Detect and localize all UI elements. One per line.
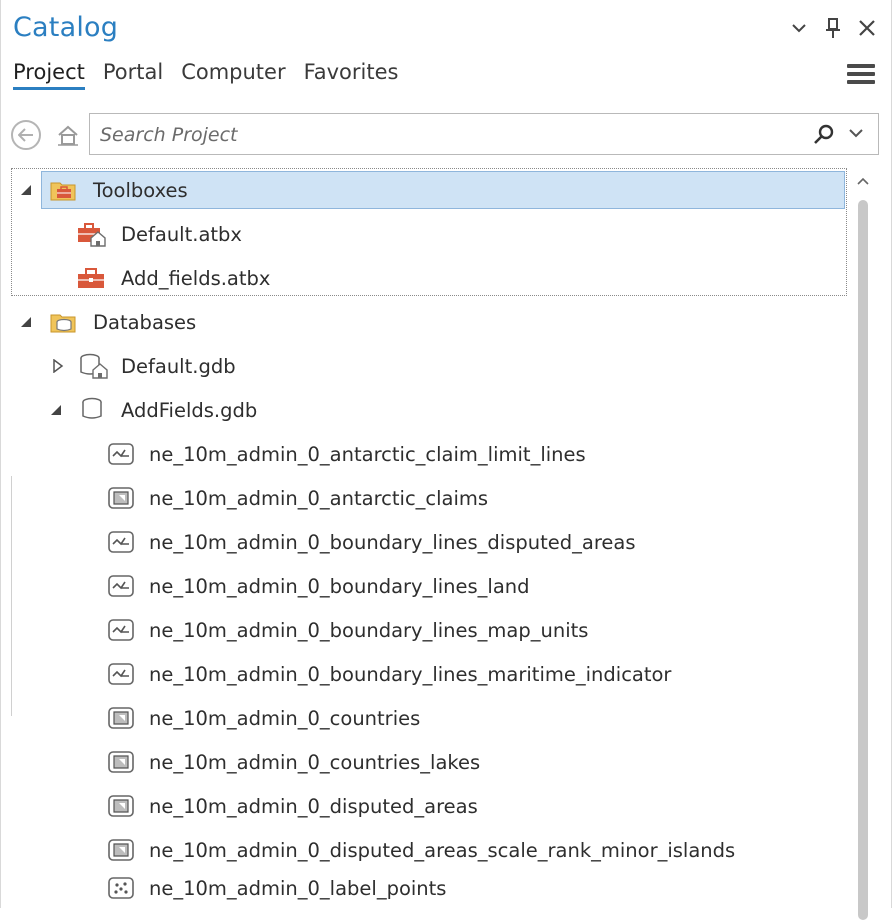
tree-item-label: ne_10m_admin_0_antarctic_claims (149, 487, 489, 510)
line-feature-class-icon (107, 528, 135, 556)
vertical-scrollbar[interactable] (853, 170, 873, 920)
tree-item-feature-class[interactable]: ne_10m_admin_0_antarctic_claim_limit_lin… (1, 434, 853, 474)
tree-item-label: ne_10m_admin_0_countries_lakes (149, 751, 481, 774)
tree-item-label: ne_10m_admin_0_countries (149, 707, 421, 730)
line-feature-class-icon (107, 440, 135, 468)
tree-item-feature-class[interactable]: ne_10m_admin_0_antarctic_claims (1, 478, 853, 518)
tree-item-default-gdb[interactable]: Default.gdb (1, 346, 853, 386)
tree-item-label: ne_10m_admin_0_disputed_areas (149, 795, 478, 818)
toolbox-icon (77, 264, 105, 292)
collapse-arrow-icon[interactable] (19, 315, 33, 329)
tab-computer[interactable]: Computer (181, 60, 285, 90)
catalog-tabs: Project Portal Computer Favorites (13, 60, 398, 90)
collapse-arrow-icon[interactable] (49, 403, 63, 417)
point-feature-class-icon (107, 874, 135, 902)
tree-item-label: Default.atbx (121, 223, 242, 246)
tree-item-label: ne_10m_admin_0_label_points (149, 877, 447, 900)
catalog-pane: Catalog Project Portal Computer Favorite… (0, 0, 892, 920)
expand-arrow-icon[interactable] (51, 359, 65, 373)
tree-item-label: Add_fields.atbx (121, 267, 271, 290)
search-box (89, 113, 879, 155)
tree-item-add-fields-atbx[interactable]: Add_fields.atbx (1, 258, 853, 298)
tree-item-feature-class[interactable]: ne_10m_admin_0_disputed_areas_scale_rank… (1, 830, 853, 870)
collapse-arrow-icon[interactable] (19, 183, 33, 197)
tree-item-label: ne_10m_admin_0_boundary_lines_land (149, 575, 530, 598)
polygon-feature-class-icon (107, 792, 135, 820)
tree-item-feature-class[interactable]: ne_10m_admin_0_countries_lakes (1, 742, 853, 782)
tree-item-feature-class[interactable]: ne_10m_admin_0_countries (1, 698, 853, 738)
polygon-feature-class-icon (107, 704, 135, 732)
polygon-feature-class-icon (107, 836, 135, 864)
search-input[interactable] (98, 118, 782, 152)
window-controls (785, 14, 881, 42)
default-toolbox-icon (77, 220, 106, 248)
tree-item-label: Toolboxes (93, 179, 188, 202)
tree-item-label: ne_10m_admin_0_antarctic_claim_limit_lin… (149, 443, 586, 466)
tree-item-feature-class[interactable]: ne_10m_admin_0_boundary_lines_disputed_a… (1, 522, 853, 562)
search-options-chevron-icon[interactable] (848, 124, 870, 146)
close-icon[interactable] (853, 14, 881, 42)
project-home-icon[interactable] (55, 122, 81, 148)
default-geodatabase-icon (79, 352, 108, 380)
tree-item-label: ne_10m_admin_0_disputed_areas_scale_rank… (149, 839, 736, 862)
pin-icon[interactable] (819, 14, 847, 42)
tab-project[interactable]: Project (13, 60, 85, 90)
tab-favorites[interactable]: Favorites (304, 60, 399, 90)
line-feature-class-icon (107, 616, 135, 644)
search-row (9, 112, 879, 158)
menu-icon[interactable] (847, 64, 875, 90)
scroll-up-arrow-icon[interactable] (853, 170, 873, 192)
tree-item-label: ne_10m_admin_0_boundary_lines_map_units (149, 619, 589, 642)
tab-portal[interactable]: Portal (103, 60, 163, 90)
tree-item-label: ne_10m_admin_0_boundary_lines_disputed_a… (149, 531, 636, 554)
search-icon[interactable] (812, 123, 836, 147)
tree-item-feature-class[interactable]: ne_10m_admin_0_boundary_lines_land (1, 566, 853, 606)
tree-item-default-atbx[interactable]: Default.atbx (1, 214, 853, 254)
tree-item-label: Databases (93, 311, 197, 334)
tree-item-feature-class[interactable]: ne_10m_admin_0_disputed_areas (1, 786, 853, 826)
tree-item-feature-class[interactable]: ne_10m_admin_0_label_points (1, 868, 853, 908)
polygon-feature-class-icon (107, 748, 135, 776)
line-feature-class-icon (107, 660, 135, 688)
tree-item-databases[interactable]: Databases (1, 302, 853, 342)
title-bar: Catalog (1, 0, 891, 56)
tree-item-label: Default.gdb (121, 355, 236, 378)
catalog-tree: Toolboxes Default.atbx Add_fields.atbx D… (1, 166, 853, 908)
chevron-down-icon[interactable] (785, 14, 813, 42)
tree-item-feature-class[interactable]: ne_10m_admin_0_boundary_lines_map_units (1, 610, 853, 650)
databases-folder-icon (49, 308, 77, 336)
tree-item-toolboxes[interactable]: Toolboxes (1, 170, 853, 210)
tree-item-feature-class[interactable]: ne_10m_admin_0_boundary_lines_maritime_i… (1, 654, 853, 694)
line-feature-class-icon (107, 572, 135, 600)
back-arrow-icon[interactable] (11, 120, 41, 150)
geodatabase-icon (81, 396, 109, 424)
scrollbar-thumb[interactable] (858, 200, 868, 920)
tree-item-addfields-gdb[interactable]: AddFields.gdb (1, 390, 853, 430)
polygon-feature-class-icon (107, 484, 135, 512)
tree-item-label: ne_10m_admin_0_boundary_lines_maritime_i… (149, 663, 672, 686)
pane-title: Catalog (13, 12, 119, 43)
tree-item-label: AddFields.gdb (121, 399, 258, 422)
toolboxes-folder-icon (49, 176, 77, 204)
